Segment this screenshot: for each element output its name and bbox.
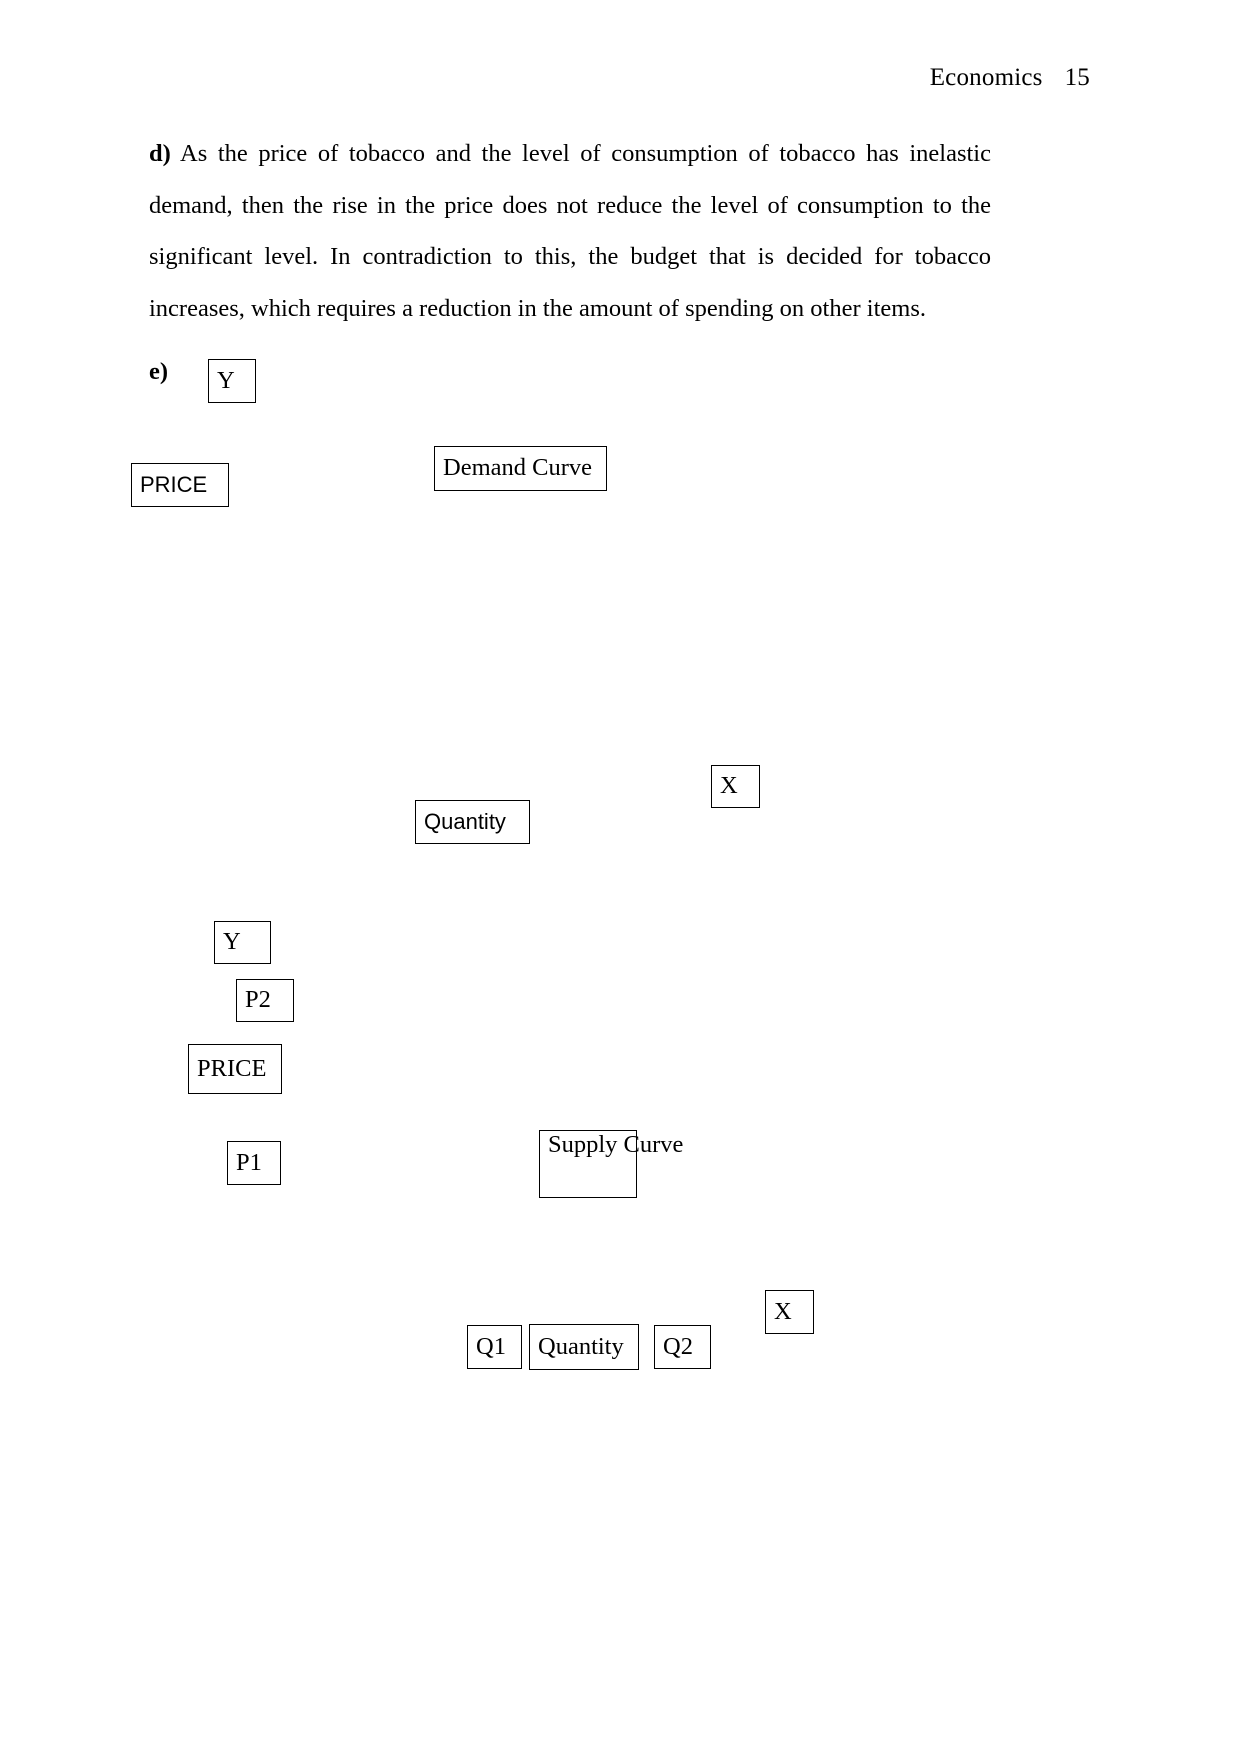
demand-price-axis-label-box: PRICE	[131, 463, 229, 507]
supply-x-axis-label-box: X	[765, 1290, 814, 1334]
supply-curve-label: Supply Curve	[548, 1131, 684, 1158]
document-page: Economics 15 d) As the price of tobacco a…	[0, 0, 1241, 1754]
running-header: Economics 15	[150, 63, 1090, 93]
supply-x-axis-label: X	[774, 1297, 792, 1325]
supply-y-axis-label-box: Y	[214, 921, 271, 964]
demand-x-axis-label-box: X	[711, 765, 760, 808]
section-label-e: e)	[149, 358, 169, 385]
demand-price-axis-label: PRICE	[140, 472, 208, 498]
header-page-number: 15	[1064, 64, 1090, 91]
supply-quantity-low-label: Q1	[476, 1332, 506, 1360]
supply-quantity-axis-label: Quantity	[538, 1332, 624, 1360]
paragraph-d-marker: d)	[149, 140, 171, 167]
supply-price-high-label: P2	[245, 986, 271, 1014]
supply-quantity-axis-label-box: Quantity	[529, 1324, 639, 1370]
supply-curve-label-box: Supply Curve	[539, 1130, 683, 1198]
demand-quantity-axis-label: Quantity	[424, 809, 506, 835]
demand-quantity-axis-label-box: Quantity	[415, 800, 530, 844]
demand-y-axis-label: Y	[217, 366, 235, 394]
demand-x-axis-label: X	[720, 772, 738, 800]
supply-y-axis-label: Y	[223, 928, 241, 956]
demand-curve-label: Demand Curve	[443, 454, 592, 482]
supply-price-low-label: P1	[236, 1148, 262, 1176]
body-content: d) As the price of tobacco and the level…	[149, 128, 991, 334]
supply-quantity-high-label: Q2	[663, 1332, 693, 1360]
supply-quantity-high-label-box: Q2	[654, 1325, 711, 1369]
paragraph-d: d) As the price of tobacco and the level…	[149, 128, 991, 334]
paragraph-d-text: As the price of tobacco and the level of…	[149, 140, 991, 322]
supply-price-high-label-box: P2	[236, 979, 294, 1022]
demand-y-axis-label-box: Y	[208, 359, 256, 403]
demand-curve-label-box: Demand Curve	[434, 446, 607, 491]
supply-quantity-low-label-box: Q1	[467, 1325, 522, 1369]
header-subject: Economics	[929, 64, 1043, 91]
supply-price-axis-label: PRICE	[197, 1054, 267, 1082]
supply-price-axis-label-box: PRICE	[188, 1044, 282, 1094]
supply-price-low-label-box: P1	[227, 1141, 281, 1185]
